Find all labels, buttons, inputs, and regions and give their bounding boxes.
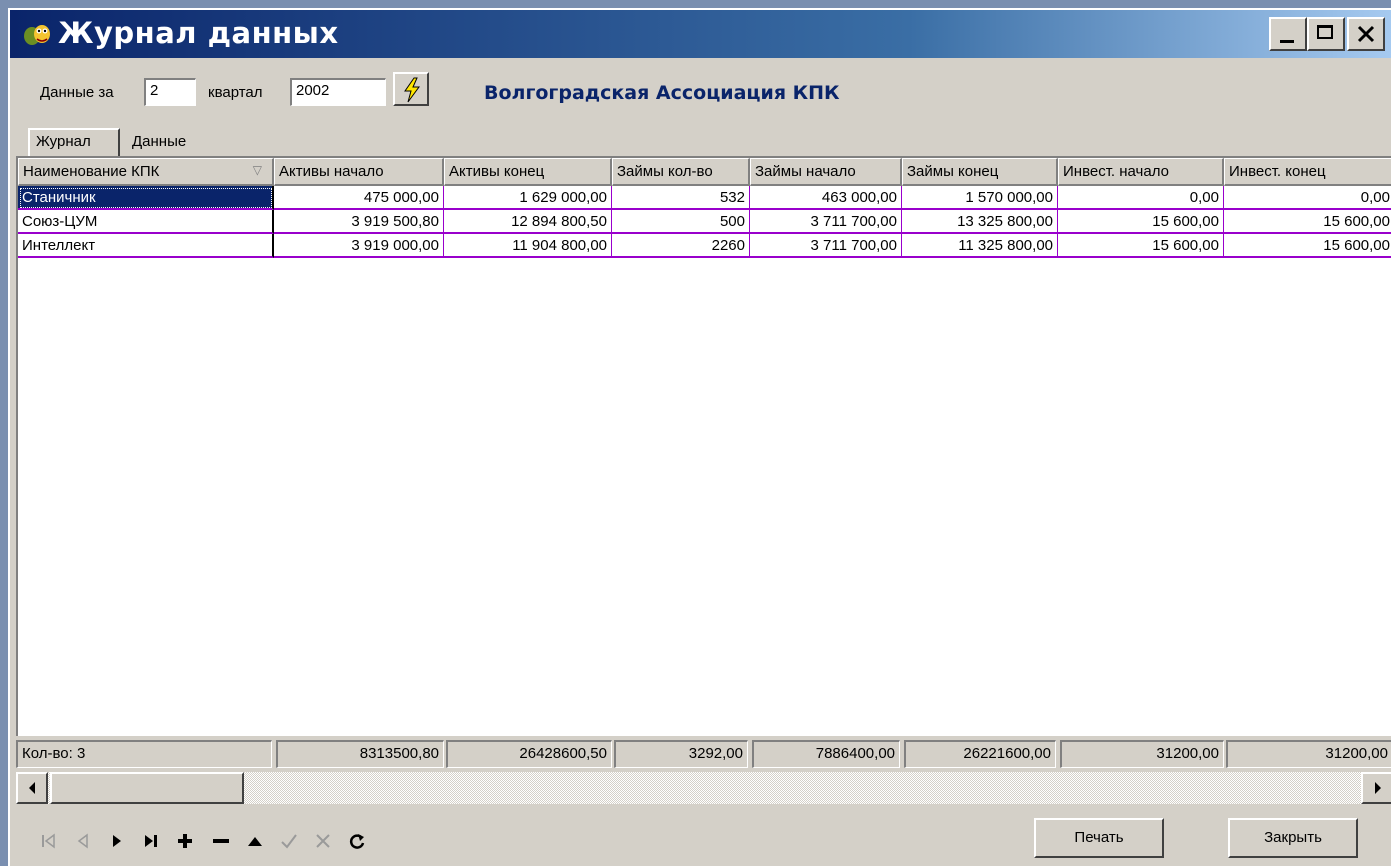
footer-total: 8313500,80	[276, 740, 444, 768]
table-row-cell[interactable]: 12 894 800,50	[444, 210, 612, 234]
table-row-cell[interactable]: 1 570 000,00	[902, 186, 1058, 210]
horizontal-scrollbar[interactable]	[16, 772, 1391, 804]
column-header-name[interactable]: Наименование КПК ▽	[18, 158, 274, 186]
next-icon[interactable]	[102, 826, 132, 856]
print-button[interactable]: Печать	[1034, 818, 1164, 858]
prior-icon[interactable]	[68, 826, 98, 856]
table-row-cell-name[interactable]: Союз-ЦУМ	[18, 210, 274, 234]
table-row-cell[interactable]: 463 000,00	[750, 186, 902, 210]
refresh-icon[interactable]	[342, 826, 372, 856]
table-row-cell-name[interactable]: Станичник	[18, 186, 274, 210]
table-row-cell-name[interactable]: Интеллект	[18, 234, 274, 258]
data-for-label: Данные за	[40, 84, 114, 101]
insert-icon[interactable]	[170, 826, 200, 856]
table-row-cell[interactable]: 3 919 000,00	[274, 234, 444, 258]
tab-journal[interactable]: Журнал	[28, 128, 120, 156]
footer-total: 31200,00	[1060, 740, 1224, 768]
data-grid[interactable]: Наименование КПК ▽ Активы начало Активы …	[16, 156, 1391, 736]
title-bar[interactable]: Журнал данных	[10, 10, 1391, 58]
table-row-cell[interactable]: 532	[612, 186, 750, 210]
table-row-cell[interactable]: 0,00	[1058, 186, 1224, 210]
table-row-cell[interactable]: 475 000,00	[274, 186, 444, 210]
refresh-data-button[interactable]	[393, 72, 429, 106]
journal-window: Журнал данных Данные за 2 квартал 2002 В…	[8, 8, 1391, 866]
table-row-cell[interactable]: 1 629 000,00	[444, 186, 612, 210]
close-icon	[1357, 25, 1375, 43]
first-icon[interactable]	[34, 826, 64, 856]
footer-count: Кол-во: 3	[16, 740, 272, 768]
tab-data[interactable]: Данные	[126, 130, 206, 156]
footer-total: 26221600,00	[904, 740, 1056, 768]
table-row-cell[interactable]: 15 600,00	[1224, 234, 1391, 258]
scroll-right-button[interactable]	[1361, 772, 1391, 804]
table-row-cell[interactable]: 15 600,00	[1058, 234, 1224, 258]
table-row-cell[interactable]: 3 711 700,00	[750, 234, 902, 258]
edit-icon[interactable]	[240, 826, 270, 856]
post-icon[interactable]	[274, 826, 304, 856]
column-header-loans-count[interactable]: Займы кол-во	[612, 158, 750, 186]
column-header-loans-end[interactable]: Займы конец	[902, 158, 1058, 186]
last-icon[interactable]	[136, 826, 166, 856]
column-header-assets-end[interactable]: Активы конец	[444, 158, 612, 186]
column-header-loans-start[interactable]: Займы начало	[750, 158, 902, 186]
table-row-cell[interactable]: 3 711 700,00	[750, 210, 902, 234]
window-title: Журнал данных	[58, 16, 339, 50]
quarter-field[interactable]: 2	[144, 78, 196, 106]
year-field[interactable]: 2002	[290, 78, 386, 106]
footer-total: 26428600,50	[446, 740, 612, 768]
app-icon	[24, 25, 50, 45]
arrow-left-icon	[29, 782, 35, 794]
table-row-cell[interactable]: 2260	[612, 234, 750, 258]
minimize-icon	[1280, 40, 1294, 43]
table-row-cell[interactable]: 500	[612, 210, 750, 234]
column-header-label: Наименование КПК	[23, 163, 160, 180]
footer-total: 3292,00	[614, 740, 748, 768]
lightning-icon	[404, 77, 420, 103]
table-row-cell[interactable]: 15 600,00	[1224, 210, 1391, 234]
table-row-cell[interactable]: 13 325 800,00	[902, 210, 1058, 234]
quarter-label: квартал	[208, 84, 263, 101]
arrow-right-icon	[1375, 782, 1381, 794]
maximize-button[interactable]	[1307, 17, 1345, 51]
close-window-button[interactable]	[1347, 17, 1385, 51]
cancel-icon[interactable]	[308, 826, 338, 856]
table-row-cell[interactable]: 15 600,00	[1058, 210, 1224, 234]
table-row-cell[interactable]: 11 904 800,00	[444, 234, 612, 258]
column-header-invest-start[interactable]: Инвест. начало	[1058, 158, 1224, 186]
table-row-cell[interactable]: 0,00	[1224, 186, 1391, 210]
scroll-thumb[interactable]	[50, 772, 244, 804]
table-row-cell[interactable]: 3 919 500,80	[274, 210, 444, 234]
column-header-assets-start[interactable]: Активы начало	[274, 158, 444, 186]
footer-total: 31200,00	[1226, 740, 1391, 768]
footer-total: 7886400,00	[752, 740, 900, 768]
organization-name: Волгоградская Ассоциация КПК	[484, 82, 840, 104]
close-button[interactable]: Закрыть	[1228, 818, 1358, 858]
column-header-invest-end[interactable]: Инвест. конец	[1224, 158, 1391, 186]
table-row-cell[interactable]: 11 325 800,00	[902, 234, 1058, 258]
scroll-left-button[interactable]	[16, 772, 48, 804]
sort-triangle-icon: ▽	[252, 163, 262, 177]
delete-icon[interactable]	[206, 826, 236, 856]
maximize-icon	[1317, 25, 1333, 39]
minimize-button[interactable]	[1269, 17, 1307, 51]
